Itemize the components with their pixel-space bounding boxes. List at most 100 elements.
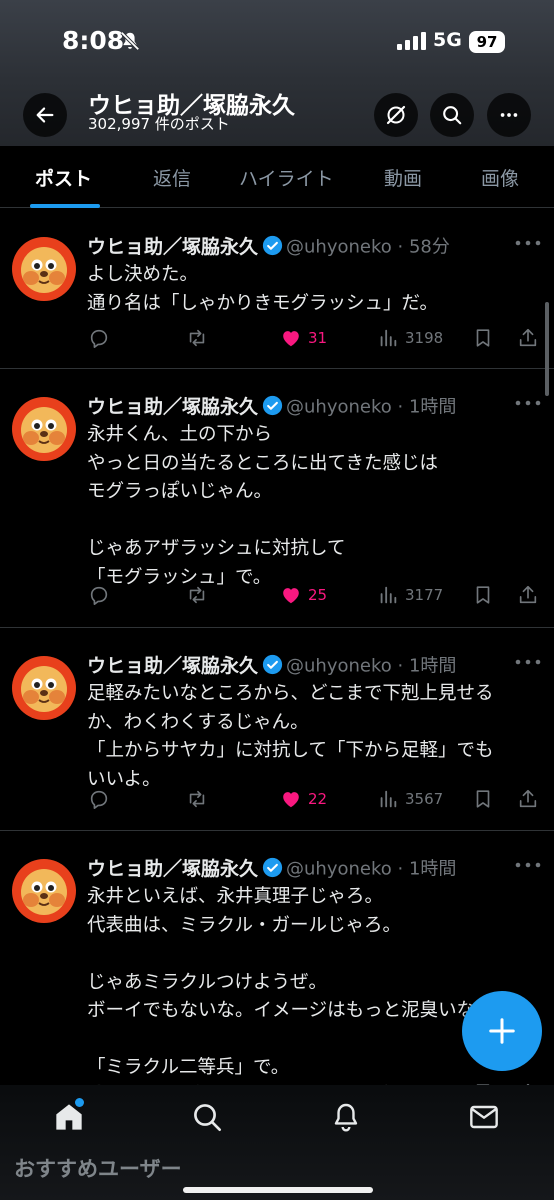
- view-count: 3177: [405, 586, 444, 604]
- profile-header-banner: 8:08 5G 97 ウヒョ助／塚脇永久 302,997 件のポスト: [0, 0, 554, 146]
- notifications-icon[interactable]: [330, 1101, 362, 1133]
- views-button[interactable]: 3177: [377, 580, 443, 610]
- post-text-line: 代表曲は、ミラクル・ガールじゃろ。: [87, 914, 401, 936]
- post-author-name[interactable]: ウヒョ助／塚脇永久: [87, 655, 258, 677]
- post[interactable]: ウヒョ助／塚脇永久 @uhyoneko · 58分 よし決めた。 通り名は「しゃか…: [0, 209, 554, 369]
- post-author-name[interactable]: ウヒョ助／塚脇永久: [87, 396, 258, 418]
- post-handle-time: @uhyoneko · 1時間: [286, 858, 457, 880]
- post-actions: 22 3567: [0, 784, 554, 814]
- status-bar: 8:08 5G 97: [0, 0, 554, 70]
- post-header: ウヒョ助／塚脇永久 @uhyoneko · 1時間: [87, 651, 456, 677]
- search-button[interactable]: [430, 93, 474, 137]
- like-button[interactable]: 25: [280, 580, 327, 610]
- views-button[interactable]: 3567: [377, 784, 443, 814]
- repost-button[interactable]: 1: [186, 1078, 224, 1085]
- feed-scrollbar[interactable]: [545, 302, 549, 396]
- post[interactable]: ウヒョ助／塚脇永久 @uhyoneko · 1時間 足軽みたいなところから、どこま…: [0, 628, 554, 831]
- more-options-button[interactable]: [487, 93, 531, 137]
- back-button[interactable]: [23, 93, 67, 137]
- share-button[interactable]: [517, 580, 539, 610]
- status-time: 8:08: [62, 26, 125, 55]
- home-indicator: [183, 1187, 373, 1193]
- post-text-line: 「上からサヤカ」に対抗して「下から足軽」でも: [87, 740, 494, 761]
- more-horizontal-icon[interactable]: [515, 861, 541, 869]
- more-horizontal-icon: [500, 113, 518, 117]
- suggested-users-label[interactable]: おすすめユーザー: [14, 1153, 182, 1183]
- like-count: 22: [308, 790, 328, 808]
- reply-icon: [90, 329, 108, 348]
- tab-posts[interactable]: ポスト: [35, 164, 92, 191]
- view-count: 3198: [405, 329, 444, 347]
- repost-button[interactable]: [186, 323, 214, 353]
- more-horizontal-icon[interactable]: [515, 658, 541, 666]
- reply-button[interactable]: [88, 580, 116, 610]
- bookmark-button[interactable]: [472, 323, 494, 353]
- search-icon: [443, 106, 462, 125]
- heart-filled-icon: [283, 331, 299, 347]
- post-text-line: [87, 507, 532, 536]
- share-button[interactable]: [517, 1078, 539, 1085]
- network-type: 5G: [433, 29, 462, 51]
- grok-button[interactable]: [374, 93, 418, 137]
- avatar[interactable]: [12, 656, 76, 720]
- more-horizontal-icon[interactable]: [515, 399, 541, 407]
- reply-icon: [90, 790, 108, 809]
- tab-media[interactable]: 画像: [481, 164, 519, 191]
- post-text-line: 永井といえば、永井真理子じゃろ。: [87, 886, 384, 907]
- verified-badge-icon: [262, 395, 283, 416]
- like-count: 25: [308, 586, 328, 604]
- search-icon[interactable]: [191, 1101, 223, 1133]
- view-count: 3567: [405, 790, 444, 808]
- share-icon: [519, 789, 537, 808]
- tab-replies[interactable]: 返信: [153, 164, 191, 191]
- battery-indicator: 97: [469, 31, 505, 53]
- repost-icon: [189, 790, 205, 808]
- post-feed: ウヒョ助／塚脇永久 @uhyoneko · 58分 よし決めた。 通り名は「しゃか…: [0, 209, 554, 1085]
- messages-icon[interactable]: [468, 1101, 500, 1133]
- more-horizontal-icon[interactable]: [515, 239, 541, 247]
- views-chart-icon: [380, 329, 397, 347]
- share-button[interactable]: [517, 323, 539, 353]
- arrow-left-icon: [36, 107, 54, 123]
- post-actions: 25 3177: [0, 580, 554, 610]
- bookmark-icon: [476, 329, 490, 347]
- avatar[interactable]: [12, 237, 76, 301]
- grok-icon: [386, 105, 406, 125]
- post-author-name[interactable]: ウヒョ助／塚脇永久: [87, 236, 258, 258]
- post-text-line: じゃあアザラッシュに対抗して: [87, 538, 346, 559]
- repost-icon: [189, 329, 205, 347]
- bookmark-button[interactable]: [472, 580, 494, 610]
- post-text-line: よし決めた。: [87, 264, 199, 285]
- reply-button[interactable]: [88, 784, 116, 814]
- views-button[interactable]: 3198: [377, 323, 443, 353]
- repost-icon: [189, 586, 205, 604]
- like-button[interactable]: 31: [280, 323, 327, 353]
- views-button[interactable]: 4322: [377, 1078, 443, 1085]
- share-button[interactable]: [517, 784, 539, 814]
- avatar[interactable]: [12, 859, 76, 923]
- tab-videos[interactable]: 動画: [384, 164, 422, 191]
- reply-button[interactable]: [88, 323, 116, 353]
- reply-button[interactable]: 2: [88, 1078, 126, 1085]
- compose-post-button[interactable]: [462, 991, 542, 1071]
- bookmark-button[interactable]: [472, 1078, 494, 1085]
- profile-tabs: ポスト 返信 ハイライト 動画 画像: [0, 146, 554, 208]
- bookmark-button[interactable]: [472, 784, 494, 814]
- post-text: 永井くん、土の下から やっと日の当たるところに出てきた感じは モグラっぽいじゃん…: [87, 421, 532, 592]
- repost-button[interactable]: [186, 580, 214, 610]
- repost-button[interactable]: [186, 784, 214, 814]
- heart-filled-icon: [283, 588, 299, 604]
- reply-icon: [90, 586, 108, 605]
- post-count: 302,997 件のポスト: [88, 115, 230, 133]
- avatar[interactable]: [12, 397, 76, 461]
- verified-badge-icon: [262, 654, 283, 675]
- post-actions: 31 3198: [0, 323, 554, 353]
- verified-badge-icon: [262, 857, 283, 878]
- tab-highlights[interactable]: ハイライト: [239, 164, 334, 191]
- post-text-line: か、わくわくするじゃん。: [87, 711, 309, 733]
- post-author-name[interactable]: ウヒョ助／塚脇永久: [87, 858, 258, 880]
- post[interactable]: ウヒョ助／塚脇永久 @uhyoneko · 1時間 永井くん、土の下から やっと日…: [0, 369, 554, 628]
- like-button[interactable]: 87: [280, 1078, 327, 1085]
- post-handle-time: @uhyoneko · 1時間: [286, 396, 457, 418]
- like-button[interactable]: 22: [280, 784, 327, 814]
